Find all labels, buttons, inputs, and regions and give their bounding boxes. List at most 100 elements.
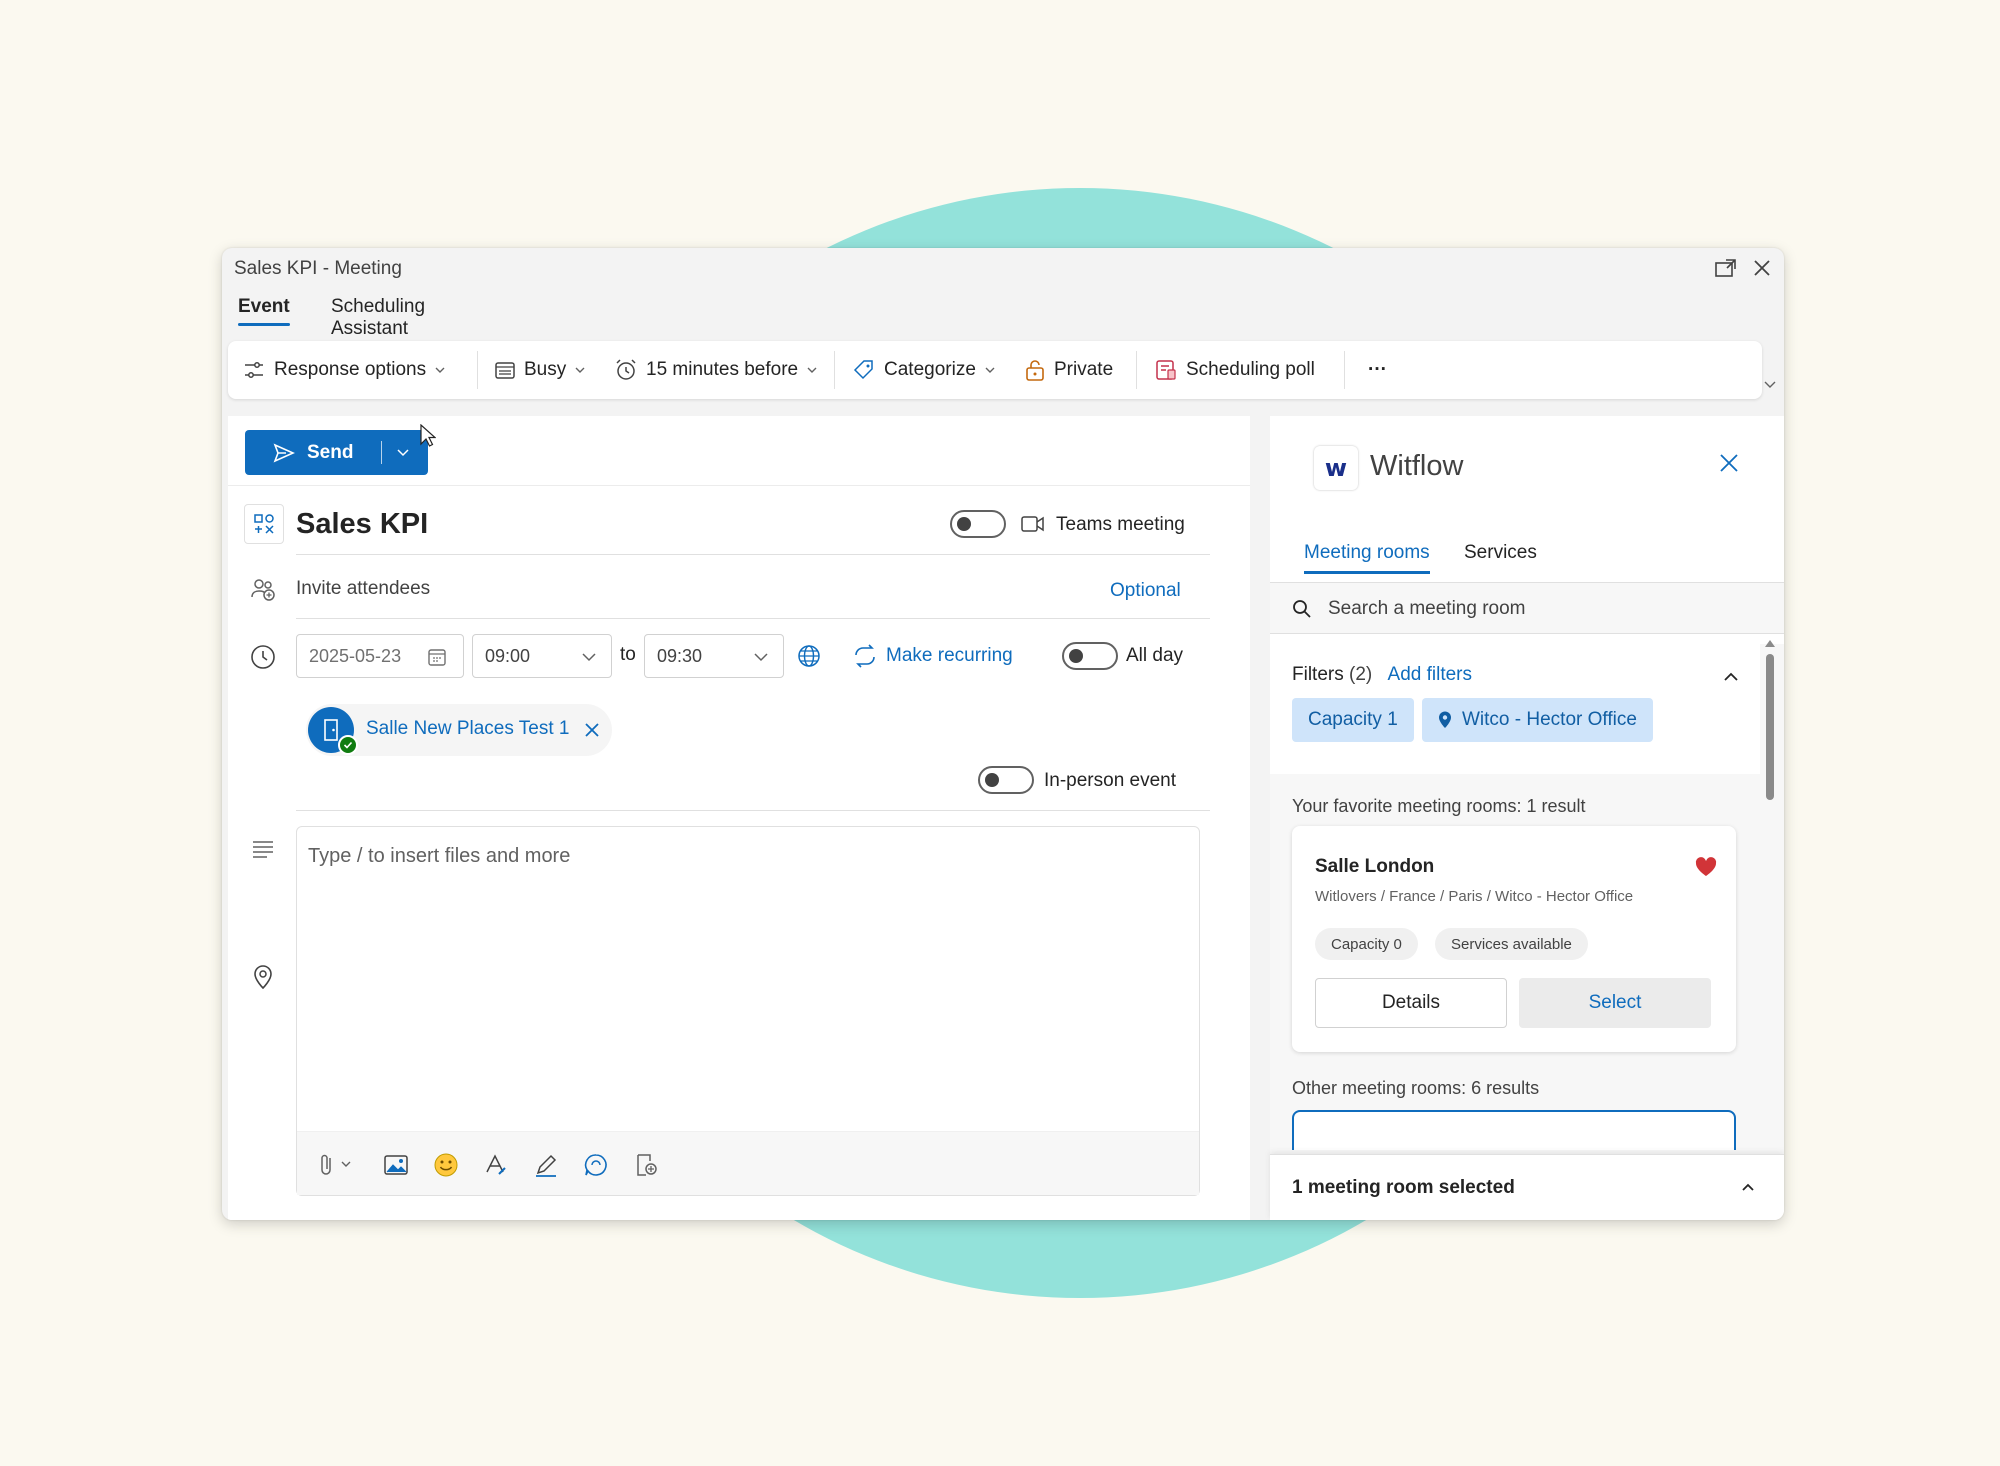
body-text-icon	[248, 834, 278, 864]
add-filters-link[interactable]: Add filters	[1388, 664, 1472, 685]
room-card-partial[interactable]	[1292, 1110, 1736, 1150]
response-options-label: Response options	[274, 359, 427, 380]
chevron-down-icon	[435, 367, 445, 373]
chevron-up-icon	[1742, 1183, 1754, 1191]
send-divider	[381, 441, 382, 464]
end-time-select[interactable]: 09:30	[644, 634, 784, 678]
send-label: Send	[307, 441, 354, 463]
meeting-subject[interactable]: Sales KPI	[296, 508, 428, 541]
scheduling-poll-label: Scheduling poll	[1186, 359, 1315, 380]
witflow-logo: w	[1314, 446, 1358, 490]
meeting-window: Sales KPI - Meeting Event Scheduling Ass…	[222, 248, 1784, 1220]
ribbon-divider	[834, 351, 835, 389]
alarm-clock-icon	[616, 359, 636, 380]
insert-image-icon[interactable]	[381, 1150, 411, 1180]
private-button[interactable]: Private	[1024, 341, 1113, 399]
chevron-down-icon	[985, 367, 995, 373]
witflow-logo-glyph: w	[1324, 454, 1348, 482]
divider	[296, 554, 1210, 555]
lock-icon	[1026, 360, 1044, 381]
repeat-icon	[855, 644, 875, 668]
location-pin-icon	[248, 962, 278, 992]
teams-meeting-label: Teams meeting	[1056, 514, 1185, 535]
close-panel-icon[interactable]	[1718, 452, 1740, 474]
busy-dropdown[interactable]: Busy	[494, 341, 586, 399]
format-painter-icon[interactable]	[481, 1150, 511, 1180]
search-placeholder: Search a meeting room	[1328, 598, 1526, 619]
close-window-icon[interactable]	[1748, 254, 1776, 282]
selection-footer[interactable]: 1 meeting room selected	[1270, 1154, 1784, 1220]
category-picker-icon[interactable]	[244, 504, 284, 544]
favorites-label: Your favorite meeting rooms: 1 result	[1292, 796, 1586, 816]
room-name: Salle London	[1315, 856, 1435, 877]
date-field[interactable]: 2025-05-23	[296, 634, 464, 678]
globe-icon[interactable]	[794, 641, 824, 671]
chevron-up-icon[interactable]	[1722, 668, 1740, 686]
private-label: Private	[1054, 359, 1114, 380]
select-button[interactable]: Select	[1519, 978, 1711, 1028]
tab-services[interactable]: Services	[1464, 542, 1537, 574]
scheduling-poll-button[interactable]: Scheduling poll	[1154, 341, 1315, 399]
filters-count: (2)	[1349, 664, 1373, 685]
categorize-dropdown[interactable]: Categorize	[852, 341, 996, 399]
details-button[interactable]: Details	[1315, 978, 1507, 1028]
invite-attendees-input[interactable]: Invite attendees	[296, 578, 430, 600]
chevron-down-icon	[807, 367, 817, 373]
filter-pill-label: Capacity 1	[1308, 709, 1398, 730]
panel-scrollbar[interactable]	[1766, 654, 1774, 800]
more-icon: ···	[1368, 359, 1387, 380]
reminder-label: 15 minutes before	[646, 359, 799, 380]
end-time-value: 09:30	[657, 645, 703, 666]
filter-pill-capacity[interactable]: Capacity 1	[1292, 698, 1414, 742]
room-search[interactable]: Search a meeting room	[1270, 582, 1784, 634]
filters-label: Filters (2) Add filters	[1292, 664, 1472, 686]
popout-icon[interactable]	[1712, 254, 1740, 282]
tag-icon	[853, 360, 873, 380]
make-recurring-link[interactable]: Make recurring	[886, 645, 1013, 667]
more-options-button[interactable]: ···	[1368, 341, 1387, 399]
chevron-down-icon[interactable]	[395, 444, 411, 460]
reminder-dropdown[interactable]: 15 minutes before	[614, 341, 818, 399]
add-in-icon[interactable]	[631, 1150, 661, 1180]
tag-label: Capacity 0	[1331, 935, 1402, 953]
window-title: Sales KPI - Meeting	[234, 258, 402, 279]
tab-event[interactable]: Event	[238, 296, 290, 326]
heart-icon[interactable]	[1694, 856, 1718, 878]
panel-title: Witflow	[1370, 450, 1464, 482]
selection-summary: 1 meeting room selected	[1292, 1177, 1515, 1198]
filter-pill-location[interactable]: Witco - Hector Office	[1422, 698, 1653, 742]
chevron-down-icon	[754, 653, 768, 662]
to-label: to	[620, 644, 636, 665]
send-button[interactable]: Send	[245, 430, 428, 475]
chevron-down-icon	[582, 653, 596, 662]
busy-label: Busy	[524, 359, 567, 380]
poll-icon	[1156, 360, 1176, 380]
message-body[interactable]: Type / to insert files and more	[296, 826, 1200, 1196]
send-icon	[273, 442, 295, 463]
ribbon-divider	[477, 351, 478, 389]
all-day-toggle[interactable]	[1062, 642, 1118, 670]
scroll-up-arrow-icon[interactable]	[1764, 638, 1776, 648]
teams-meeting-toggle[interactable]	[950, 510, 1006, 538]
start-time-select[interactable]: 09:00	[472, 634, 612, 678]
in-person-label: In-person event	[1044, 770, 1177, 791]
attach-icon[interactable]	[315, 1150, 361, 1180]
filter-pill-label: Witco - Hector Office	[1462, 709, 1637, 730]
in-person-toggle[interactable]	[978, 766, 1034, 794]
remove-location-icon[interactable]	[582, 720, 602, 740]
mouse-cursor-icon	[420, 424, 436, 447]
divider	[296, 618, 1210, 619]
optional-link[interactable]: Optional	[1110, 580, 1181, 602]
response-options-button[interactable]: Response options	[242, 341, 446, 399]
ribbon-divider	[1136, 351, 1137, 389]
location-chip[interactable]: Salle New Places Test 1	[306, 704, 612, 756]
ribbon-expand-icon[interactable]	[1762, 376, 1778, 392]
copilot-chat-icon[interactable]	[581, 1150, 611, 1180]
draw-icon[interactable]	[531, 1150, 561, 1180]
emoji-icon[interactable]	[431, 1150, 461, 1180]
tag-label: Services available	[1451, 935, 1572, 953]
calendar-icon	[428, 649, 446, 666]
other-rooms-label: Other meeting rooms: 6 results	[1292, 1078, 1540, 1098]
room-path: Witlovers / France / Paris / Witco - Hec…	[1315, 888, 1634, 905]
tab-meeting-rooms[interactable]: Meeting rooms	[1304, 542, 1430, 574]
